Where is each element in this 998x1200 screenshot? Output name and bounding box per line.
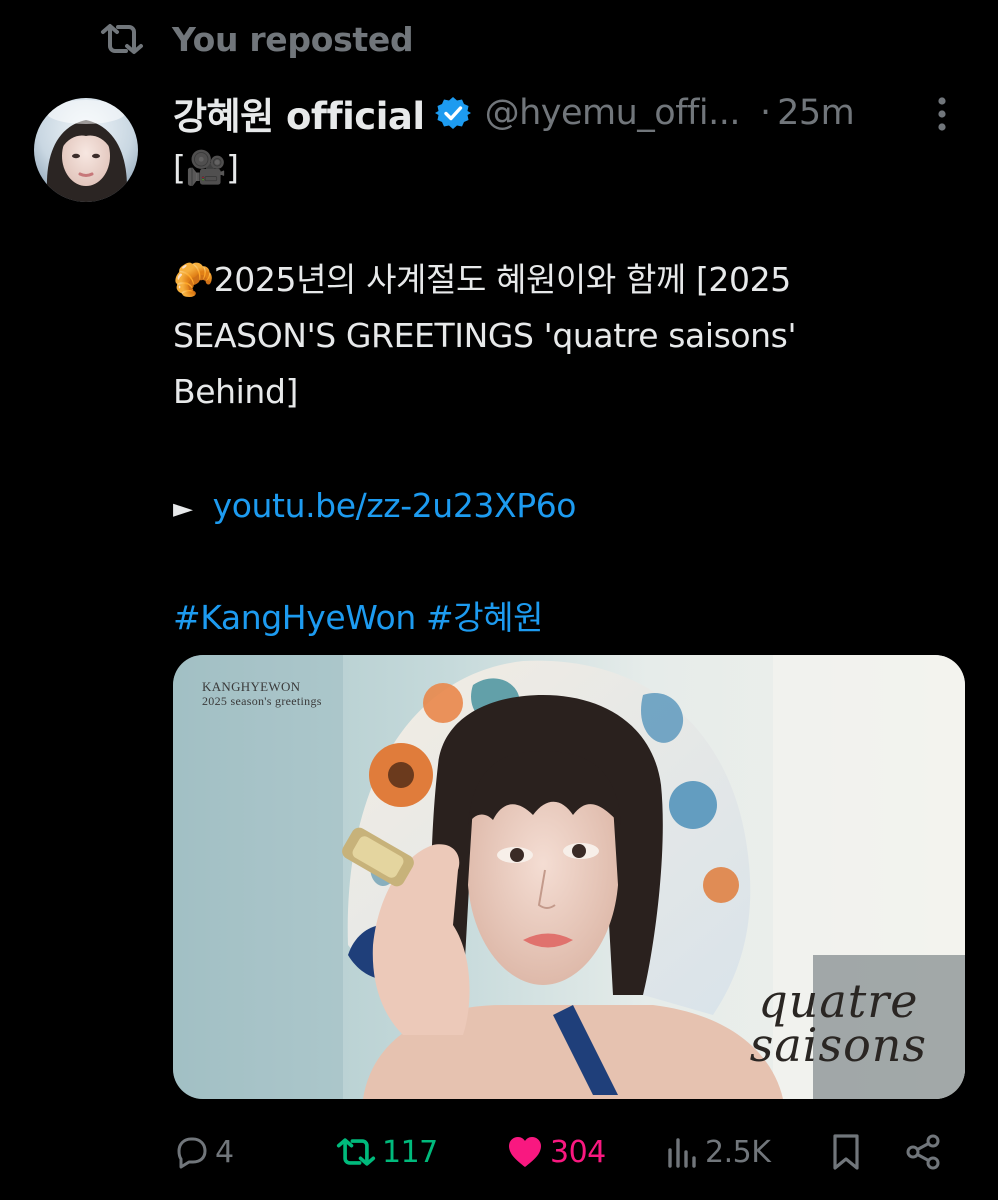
media-caption-subtitle: 2025 season's greetings [202, 694, 322, 708]
media-image[interactable]: KANGHYEWON 2025 season's greetings quatr… [173, 655, 965, 1099]
post-text-line: SEASON'S GREETINGS 'quatre saisons' [173, 316, 797, 355]
post-timestamp[interactable]: 25m [777, 93, 855, 133]
link-arrow: ► [173, 494, 193, 524]
bookmark-icon [830, 1133, 862, 1171]
reply-icon [173, 1134, 209, 1170]
more-vertical-icon [937, 96, 947, 136]
views-button[interactable]: 2.5K [665, 1126, 771, 1178]
heart-icon [506, 1134, 544, 1170]
views-count: 2.5K [705, 1134, 771, 1170]
hashtag-link[interactable]: #강혜원 [426, 598, 544, 637]
media-caption: KANGHYEWON 2025 season's greetings [202, 679, 322, 709]
action-bar: 4 117 304 2.5K [173, 1126, 965, 1178]
media-title-line: quatre [758, 974, 919, 1028]
repost-icon [336, 1136, 376, 1168]
avatar[interactable] [34, 98, 138, 202]
post-header: 강혜원 official @hyemu_offi... · 25m [173, 84, 973, 142]
separator-dot: · [759, 93, 772, 133]
post-text-line: [🎥] [173, 148, 239, 187]
media-title: quatre saisons [749, 974, 927, 1072]
more-options-button[interactable] [927, 96, 957, 136]
repost-icon [100, 23, 144, 55]
share-icon [904, 1133, 942, 1171]
like-count: 304 [550, 1134, 606, 1170]
verified-badge-icon[interactable] [434, 95, 471, 131]
repost-context: You reposted [100, 14, 414, 64]
views-chart-icon [665, 1134, 699, 1170]
post-text: [🎥] 🥐2025년의 사계절도 혜원이와 함께 [2025 SEASON'S … [173, 140, 963, 646]
author-handle[interactable]: @hyemu_offi... [485, 93, 741, 133]
share-button[interactable] [904, 1126, 942, 1178]
youtube-link[interactable]: youtu.be/zz-2u23XP6o [213, 486, 577, 525]
bookmark-button[interactable] [830, 1126, 862, 1178]
repost-count: 117 [382, 1134, 438, 1170]
repost-button[interactable]: 117 [336, 1126, 438, 1178]
author-display-name[interactable]: 강혜원 official [173, 86, 425, 140]
reply-button[interactable]: 4 [173, 1126, 234, 1178]
reply-count: 4 [215, 1134, 234, 1170]
hashtag-link[interactable]: #KangHyeWon [173, 598, 416, 637]
like-button[interactable]: 304 [506, 1126, 606, 1178]
media-caption-title: KANGHYEWON [202, 679, 301, 694]
repost-label: You reposted [172, 19, 414, 59]
post-text-line: 🥐2025년의 사계절도 혜원이와 함께 [2025 [173, 260, 791, 299]
post-text-line: Behind] [173, 372, 298, 411]
media-title-line: saisons [749, 1018, 927, 1072]
